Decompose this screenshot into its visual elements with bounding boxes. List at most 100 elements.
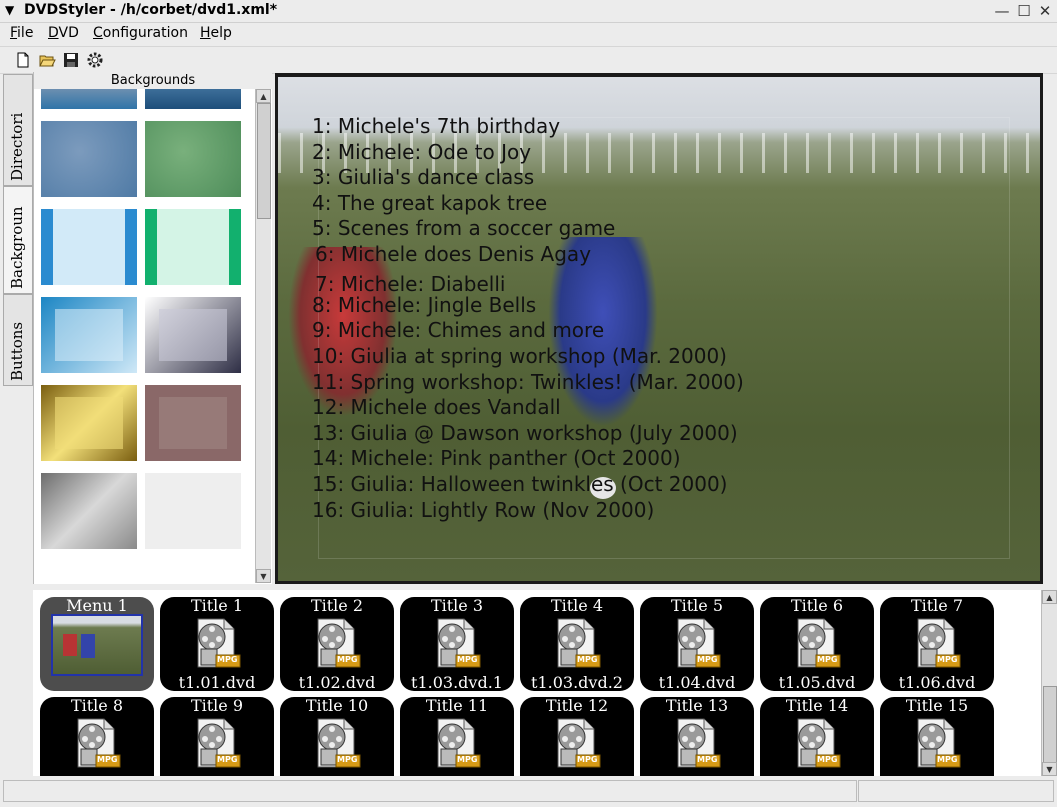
- title-tile[interactable]: Title 4 MPG t1.03.dvd.2: [520, 596, 634, 692]
- title-tile[interactable]: Title 12 MPG: [520, 696, 634, 776]
- tile-name: Title 10: [305, 696, 369, 715]
- menu-preview[interactable]: 1: Michele's 7th birthday 2: Michele: Ode…: [275, 73, 1043, 584]
- tab-buttons-label: Buttons: [8, 321, 26, 381]
- mpg-label: MPG: [457, 655, 478, 664]
- background-thumb[interactable]: [41, 473, 137, 549]
- title-tile[interactable]: Title 10 MPG: [280, 696, 394, 776]
- status-field-main: [3, 780, 857, 802]
- mpg-label: MPG: [217, 755, 238, 764]
- scroll-track[interactable]: [1043, 604, 1055, 684]
- tile-filename: t1.05.dvd: [778, 673, 856, 692]
- tile-name: Title 5: [670, 596, 724, 615]
- menu-item-button[interactable]: 15: Giulia: Halloween twinkles (Oct 2000…: [312, 472, 727, 496]
- title-tile[interactable]: Title 13 MPG: [640, 696, 754, 776]
- menu-item-button[interactable]: 13: Giulia @ Dawson workshop (July 2000): [312, 421, 738, 445]
- menu-item-button[interactable]: 14: Michele: Pink panther (Oct 2000): [312, 446, 681, 470]
- background-thumb[interactable]: [41, 385, 137, 461]
- scroll-thumb[interactable]: [1043, 686, 1057, 763]
- menu-item-button[interactable]: 8: Michele: Jingle Bells: [312, 293, 536, 317]
- background-thumb[interactable]: [41, 89, 137, 109]
- open-icon[interactable]: [38, 51, 56, 69]
- backgrounds-panel: Backgrounds: [33, 72, 272, 584]
- menu-bar: File DVD Configuration Help: [0, 22, 1057, 44]
- title-bar: ▼ DVDStyler - /h/corbet/dvd1.xml* — ☐ ✕: [0, 0, 1057, 23]
- titleset-scrollbar[interactable]: ▲ ▼: [1041, 590, 1057, 776]
- menu-item-button[interactable]: 4: The great kapok tree: [312, 191, 547, 215]
- tile-name: Title 8: [70, 696, 124, 715]
- scroll-up-icon[interactable]: ▲: [1042, 590, 1057, 604]
- mpg-label: MPG: [697, 755, 718, 764]
- scroll-thumb[interactable]: [257, 103, 271, 219]
- scroll-down-icon[interactable]: ▼: [1042, 762, 1057, 776]
- menu-item-button[interactable]: 6: Michele does Denis Agay: [315, 242, 591, 266]
- background-thumb[interactable]: [41, 209, 137, 285]
- save-icon[interactable]: [62, 51, 80, 69]
- scroll-down-icon[interactable]: ▼: [256, 569, 271, 583]
- menu-item-button[interactable]: 16: Giulia: Lightly Row (Nov 2000): [312, 498, 654, 522]
- title-tile[interactable]: Title 1 MPG t1.01.dvd: [160, 596, 274, 692]
- backgrounds-header: Backgrounds: [34, 72, 272, 89]
- minimize-icon[interactable]: —: [992, 1, 1012, 21]
- background-thumb[interactable]: [145, 89, 241, 109]
- background-thumb[interactable]: [145, 473, 241, 549]
- menu-item-button[interactable]: 5: Scenes from a soccer game: [312, 216, 615, 240]
- mpg-label: MPG: [337, 755, 358, 764]
- title-tile[interactable]: Title 9 MPG: [160, 696, 274, 776]
- close-icon[interactable]: ✕: [1035, 1, 1055, 21]
- title-tile[interactable]: Title 8 MPG: [40, 696, 154, 776]
- tile-name: Title 15: [905, 696, 969, 715]
- tab-directories-label: Directori: [8, 112, 26, 181]
- title-tile[interactable]: Title 5 MPG t1.04.dvd: [640, 596, 754, 692]
- tile-filename: t1.01.dvd: [178, 673, 256, 692]
- menu-item-button[interactable]: 11: Spring workshop: Twinkles! (Mar. 200…: [312, 370, 744, 394]
- mpg-label: MPG: [577, 655, 598, 664]
- title-tile[interactable]: Title 6 MPG t1.05.dvd: [760, 596, 874, 692]
- background-thumb[interactable]: [145, 297, 241, 373]
- title-tile[interactable]: Title 14 MPG: [760, 696, 874, 776]
- menu-item-button[interactable]: 1: Michele's 7th birthday: [312, 114, 560, 138]
- title-tile[interactable]: Title 7 MPG t1.06.dvd: [880, 596, 994, 692]
- menu-configuration[interactable]: Configuration: [93, 25, 188, 41]
- background-thumb[interactable]: [145, 121, 241, 197]
- backgrounds-scrollbar[interactable]: ▲ ▼: [255, 89, 271, 583]
- tile-filename: t1.03.dvd.2: [531, 673, 623, 692]
- title-tile[interactable]: Title 2 MPG t1.02.dvd: [280, 596, 394, 692]
- tile-name: Menu 1: [66, 596, 128, 615]
- background-thumb[interactable]: [145, 209, 241, 285]
- tab-directories[interactable]: Directori: [3, 74, 33, 186]
- new-icon[interactable]: [14, 51, 32, 69]
- menu-help[interactable]: Help: [200, 25, 232, 41]
- menu-item-button[interactable]: 12: Michele does Vandall: [312, 395, 561, 419]
- settings-icon[interactable]: [86, 51, 104, 69]
- menu-item-button[interactable]: 3: Giulia's dance class: [312, 165, 534, 189]
- background-thumb[interactable]: [41, 297, 137, 373]
- title-tile[interactable]: Title 15 MPG: [880, 696, 994, 776]
- mpg-label: MPG: [337, 655, 358, 664]
- window-menu-icon[interactable]: ▼: [5, 3, 14, 17]
- menu-tile[interactable]: Menu 1: [40, 596, 154, 691]
- tile-name: Title 13: [665, 696, 729, 715]
- title-tile[interactable]: Title 3 MPG t1.03.dvd.1: [400, 596, 514, 692]
- menu-item-button[interactable]: 9: Michele: Chimes and more: [312, 318, 604, 342]
- tile-name: Title 3: [430, 596, 484, 615]
- menu-item-button[interactable]: 10: Giulia at spring workshop (Mar. 2000…: [312, 344, 727, 368]
- menu-file[interactable]: File: [10, 25, 33, 41]
- maximize-icon[interactable]: ☐: [1014, 1, 1034, 21]
- title-tile[interactable]: Title 11 MPG: [400, 696, 514, 776]
- background-thumb[interactable]: [41, 121, 137, 197]
- mpg-label: MPG: [457, 755, 478, 764]
- tile-name: Title 7: [910, 596, 964, 615]
- tab-buttons[interactable]: Buttons: [3, 294, 33, 386]
- tile-filename: t1.06.dvd: [898, 673, 976, 692]
- menu-item-button[interactable]: 2: Michele: Ode to Joy: [312, 140, 531, 164]
- tile-name: Title 9: [190, 696, 244, 715]
- menu-dvd[interactable]: DVD: [48, 25, 79, 41]
- mpg-label: MPG: [817, 755, 838, 764]
- mpg-label: MPG: [817, 655, 838, 664]
- tab-backgrounds[interactable]: Backgroun: [3, 186, 33, 294]
- status-bar: [0, 778, 1057, 807]
- background-thumb[interactable]: [145, 385, 241, 461]
- mpg-label: MPG: [937, 755, 958, 764]
- scroll-up-icon[interactable]: ▲: [256, 89, 271, 103]
- tab-backgrounds-label: Backgroun: [8, 206, 26, 289]
